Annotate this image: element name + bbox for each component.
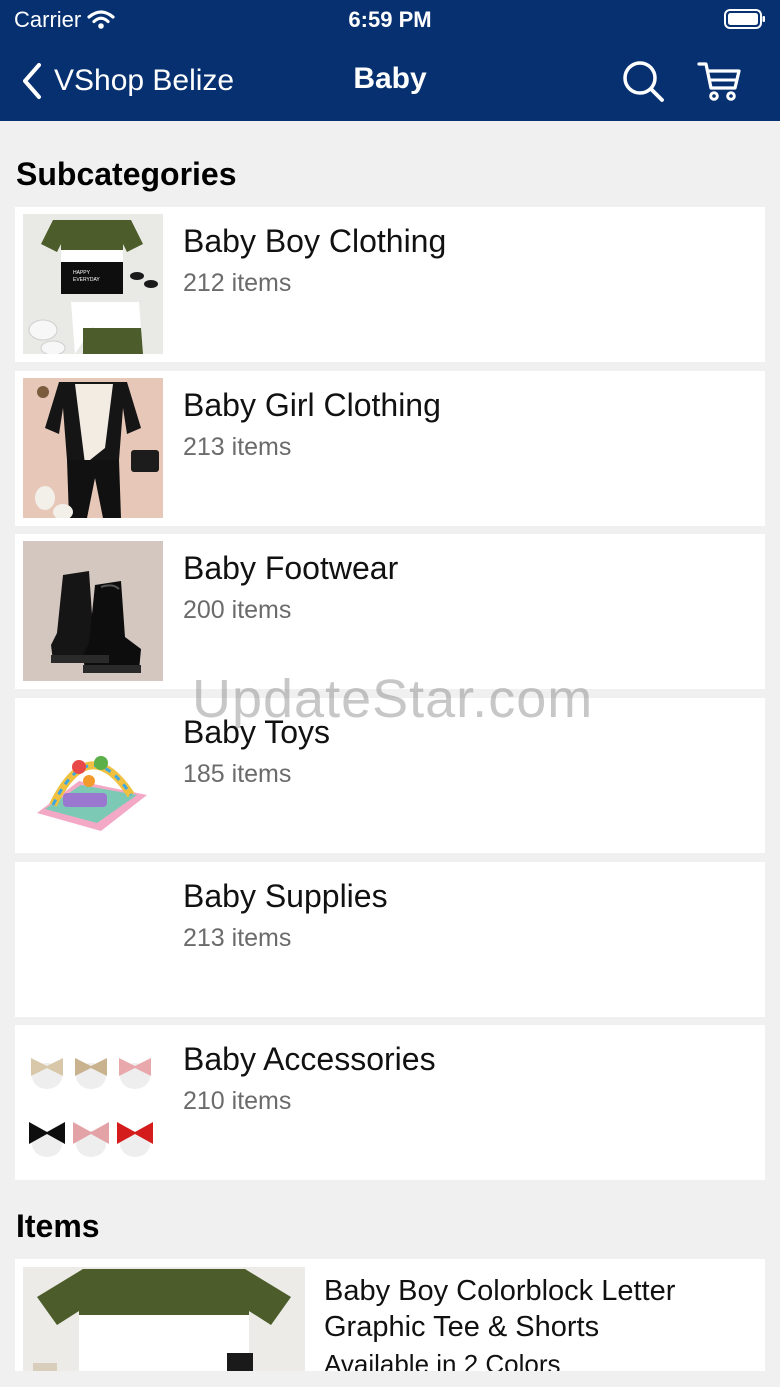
subcategory-baby-accessories[interactable]: Baby Accessories 210 items	[15, 1025, 765, 1180]
subcategory-thumbnail	[23, 541, 163, 681]
subcategory-name: Baby Accessories	[183, 1041, 436, 1077]
item-title: Baby Boy Colorblock Letter Graphic Tee &…	[324, 1275, 676, 1343]
subcategory-name: Baby Footwear	[183, 550, 399, 586]
item-thumbnail	[23, 1267, 305, 1371]
item-card[interactable]: Baby Boy Colorblock Letter Graphic Tee &…	[15, 1259, 765, 1371]
subcategory-thumbnail	[23, 378, 163, 518]
item-subtitle: Available in 2 Colors	[324, 1349, 561, 1371]
svg-text:EVERYDAY: EVERYDAY	[73, 277, 100, 283]
subcategory-name: Baby Boy Clothing	[183, 223, 447, 259]
back-button[interactable]: VShop Belize	[20, 56, 234, 106]
cart-icon[interactable]	[696, 58, 742, 104]
subcategory-baby-girl-clothing[interactable]: Baby Girl Clothing 213 items	[15, 371, 765, 526]
subcategory-thumbnail	[23, 869, 163, 1009]
search-icon[interactable]	[620, 58, 666, 104]
app-header: Carrier 6:59 PM VShop Belize Baby	[0, 0, 780, 121]
subcategory-count: 200 items	[183, 596, 292, 624]
subcategory-count: 212 items	[183, 269, 292, 297]
subcategory-thumbnail	[23, 705, 163, 845]
subcategory-name: Baby Girl Clothing	[183, 387, 441, 423]
subcategories-heading: Subcategories	[16, 156, 237, 192]
svg-text:HAPPY: HAPPY	[73, 270, 91, 276]
subcategory-baby-toys[interactable]: Baby Toys 185 items	[15, 698, 765, 853]
subcategory-count: 210 items	[183, 1087, 292, 1115]
back-button-label: VShop Belize	[54, 64, 235, 97]
subcategory-baby-supplies[interactable]: Baby Supplies 213 items	[15, 862, 765, 1017]
subcategory-name: Baby Supplies	[183, 878, 388, 914]
subcategory-baby-boy-clothing[interactable]: HAPPY EVERYDAY Baby Boy Clothing 212 ite…	[15, 207, 765, 362]
navigation-bar: VShop Belize Baby	[0, 56, 780, 106]
status-bar: Carrier 6:59 PM	[0, 0, 780, 40]
subcategory-count: 213 items	[183, 924, 292, 952]
items-heading: Items	[16, 1208, 100, 1244]
battery-icon	[724, 9, 765, 29]
subcategory-baby-footwear[interactable]: Baby Footwear 200 items	[15, 534, 765, 689]
chevron-left-icon	[23, 63, 41, 99]
subcategory-count: 185 items	[183, 760, 292, 788]
subcategory-thumbnail	[23, 1032, 163, 1172]
subcategory-thumbnail: HAPPY EVERYDAY	[23, 214, 163, 354]
subcategory-name: Baby Toys	[183, 714, 331, 750]
subcategory-count: 213 items	[183, 433, 292, 461]
status-time: 6:59 PM	[348, 7, 432, 32]
